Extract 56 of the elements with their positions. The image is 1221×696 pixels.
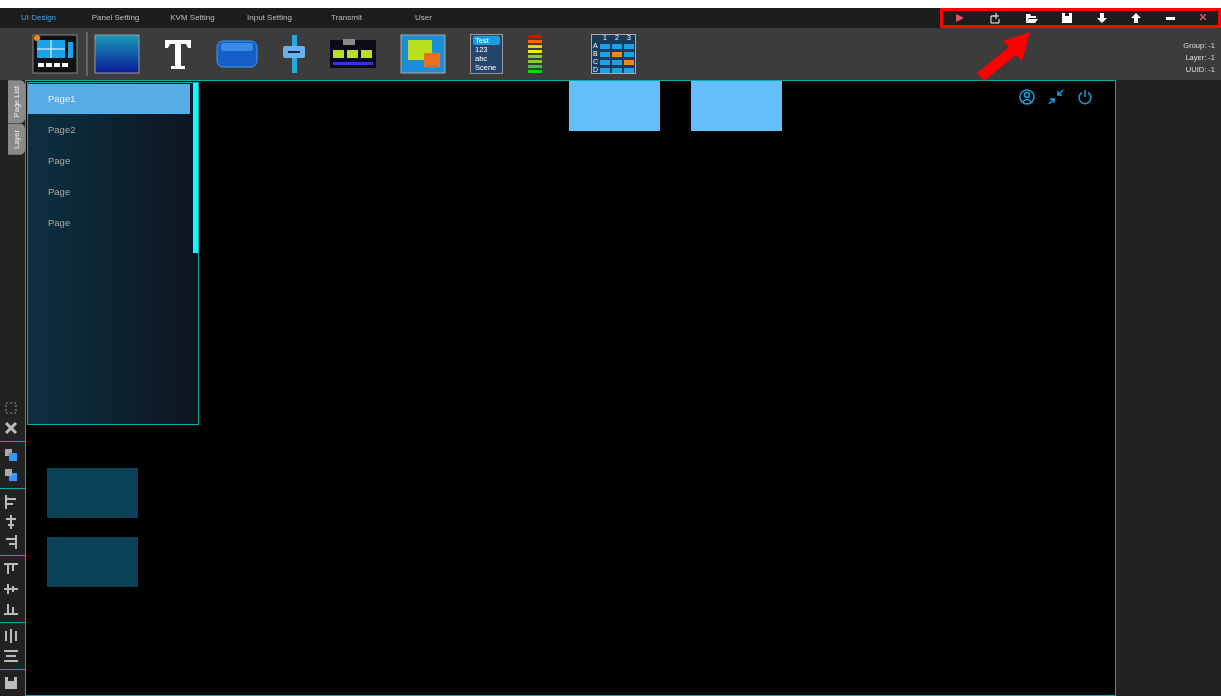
folder-icon[interactable]: [1025, 13, 1038, 23]
tab-panel-tool-icon[interactable]: [330, 38, 376, 70]
tab[interactable]: Transmit: [308, 12, 385, 24]
matrix-cell: [600, 68, 610, 73]
matrix-cell: [600, 44, 610, 49]
matrix-cell: [612, 52, 622, 57]
download-button[interactable]: [1096, 13, 1107, 23]
matrix-cell: [612, 44, 622, 49]
cross-frame-icon[interactable]: [4, 421, 18, 435]
send-back-icon[interactable]: [4, 468, 18, 482]
ui-design-tool-icon[interactable]: [32, 34, 78, 74]
matrix-cell: [624, 68, 634, 73]
align-middle-icon[interactable]: [4, 582, 18, 596]
user-icon[interactable]: [1019, 89, 1035, 105]
matrix-cell: [600, 52, 610, 57]
scrollbar[interactable]: [193, 83, 198, 253]
save-icon[interactable]: [4, 676, 18, 690]
matrix-cell: [600, 60, 610, 65]
minimize-button[interactable]: [1166, 16, 1176, 20]
distribute-vertical-icon[interactable]: [4, 649, 18, 663]
tab[interactable]: User: [385, 12, 462, 24]
page-item[interactable]: Page: [28, 208, 190, 238]
button-tool-icon[interactable]: [216, 39, 258, 69]
upload-button[interactable]: [1131, 13, 1142, 23]
align-left-icon[interactable]: [4, 495, 18, 509]
matrix-cell: [612, 68, 622, 73]
power-icon[interactable]: [1077, 89, 1093, 105]
window-tool-icon[interactable]: [400, 34, 446, 74]
align-right-icon[interactable]: [4, 535, 18, 549]
matrix-cell: [612, 60, 622, 65]
page-item[interactable]: Page: [28, 177, 190, 207]
gradient-panel-tool-icon[interactable]: [94, 34, 140, 74]
page-item[interactable]: Page: [28, 146, 190, 176]
matrix-cell: [624, 60, 634, 65]
new-page-button[interactable]: [989, 12, 1001, 24]
align-center-icon[interactable]: [4, 515, 18, 529]
play-button[interactable]: [955, 13, 966, 23]
select-frame-icon[interactable]: [4, 401, 18, 415]
distribute-horizontal-icon[interactable]: [4, 629, 18, 643]
align-bottom-icon[interactable]: [4, 602, 18, 616]
bring-front-icon[interactable]: [4, 448, 18, 462]
save-button[interactable]: [1062, 13, 1073, 23]
tab[interactable]: KVM Setting: [154, 12, 231, 24]
collapse-icon[interactable]: [1048, 89, 1064, 105]
align-top-icon[interactable]: [4, 562, 18, 576]
close-button[interactable]: [1199, 13, 1206, 23]
level-meter-tool-icon[interactable]: [527, 34, 543, 74]
slider-tool-icon[interactable]: [282, 34, 306, 74]
tab[interactable]: Panel Setting: [77, 12, 154, 24]
page-item[interactable]: Page2: [28, 115, 190, 145]
annotation-arrow: [974, 31, 1032, 83]
matrix-cell: [624, 44, 634, 49]
matrix-cell: [624, 52, 634, 57]
tab[interactable]: Input Setting: [231, 12, 308, 24]
tab[interactable]: UI Design: [0, 12, 77, 24]
text-tool-icon[interactable]: [164, 38, 192, 70]
